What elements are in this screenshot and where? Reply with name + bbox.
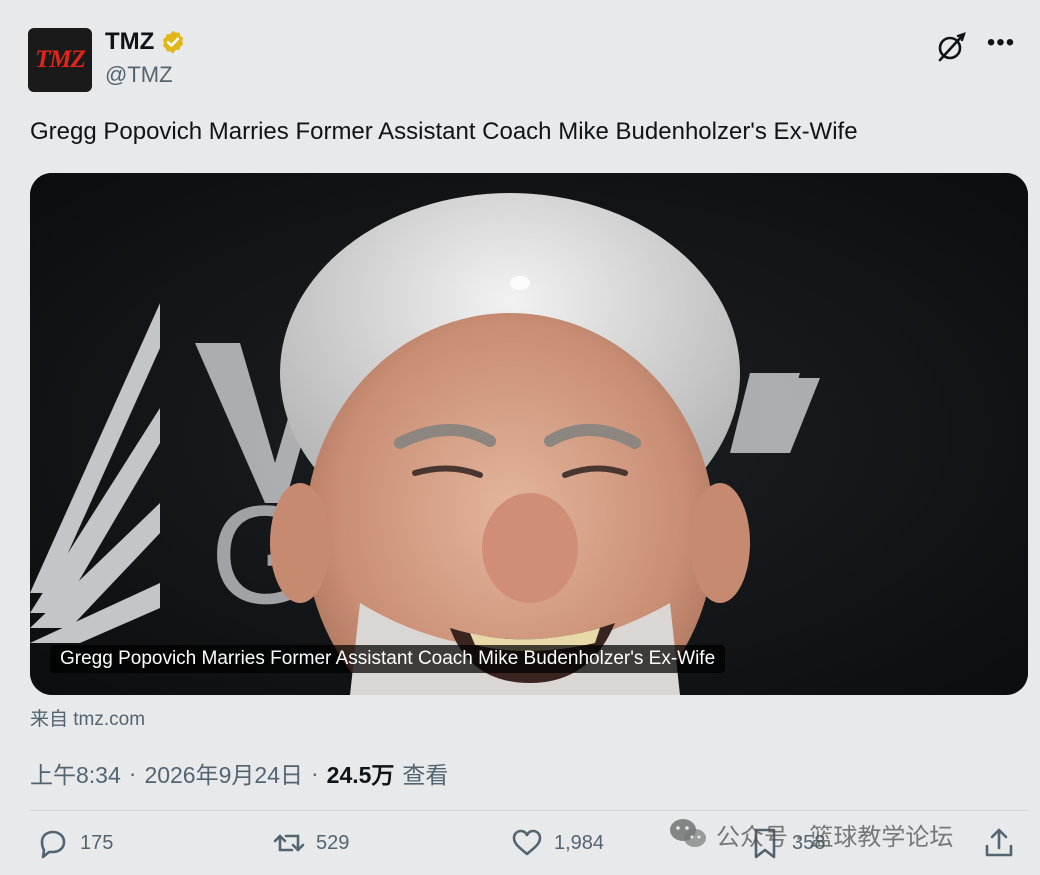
views-count: 24.5万 xyxy=(326,762,395,788)
reply-icon xyxy=(40,830,66,859)
author-info: TMZ @TMZ xyxy=(105,28,186,88)
tweet-text: Gregg Popovich Marries Former Assistant … xyxy=(30,118,858,145)
retweet-icon xyxy=(273,834,305,852)
meta-separator: · xyxy=(128,759,137,786)
more-options-icon[interactable]: ••• xyxy=(984,30,1018,64)
article-photo: G xyxy=(30,173,1028,695)
retweet-count: 529 xyxy=(316,831,350,854)
tweet-header: TMZ TMZ @TMZ ••• xyxy=(28,26,1020,96)
share-icon xyxy=(985,828,1013,857)
meta-separator-2: · xyxy=(310,759,319,786)
views-label: 查看 xyxy=(402,762,449,788)
card-source[interactable]: 来自 tmz.com xyxy=(30,704,145,731)
handle[interactable]: @TMZ xyxy=(105,62,186,88)
like-button[interactable]: 1,984 xyxy=(510,826,604,860)
grok-icon[interactable] xyxy=(934,30,968,64)
watermark-text: 公众号 · 篮球教学论坛 xyxy=(716,823,954,851)
display-name[interactable]: TMZ xyxy=(105,28,154,56)
share-button[interactable] xyxy=(982,826,1016,860)
reply-count: 175 xyxy=(80,831,114,854)
divider xyxy=(30,810,1028,811)
watermark: 公众号 · 篮球教学论坛 xyxy=(668,816,953,852)
heart-icon xyxy=(512,829,542,856)
tweet-time[interactable]: 上午8:34 xyxy=(30,756,121,790)
tweet-meta: 上午8:34 · 2026年9月24日 · 24.5万 查看 xyxy=(30,756,448,790)
retweet-button[interactable]: 529 xyxy=(272,826,349,860)
like-count: 1,984 xyxy=(554,831,605,854)
avatar[interactable]: TMZ xyxy=(28,28,92,92)
reply-button[interactable]: 175 xyxy=(36,826,113,860)
tweet-date[interactable]: 2026年9月24日 xyxy=(144,756,303,790)
verified-badge-icon xyxy=(163,30,184,54)
wechat-icon xyxy=(670,819,706,847)
avatar-logo: TMZ xyxy=(35,46,86,73)
card-caption: Gregg Popovich Marries Former Assistant … xyxy=(50,645,726,673)
link-card[interactable]: G Gregg Popovich Marries Former Assistan… xyxy=(30,173,1028,695)
